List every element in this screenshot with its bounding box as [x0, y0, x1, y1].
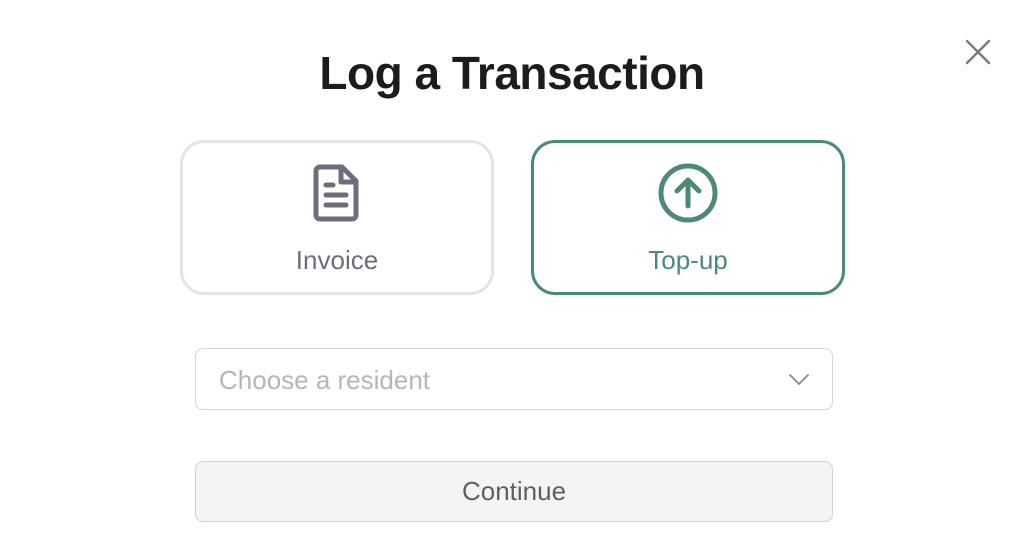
topup-icon-wrapper: [534, 161, 842, 225]
resident-select-placeholder: Choose a resident: [219, 365, 431, 395]
modal-title: Log a Transaction: [319, 47, 705, 99]
invoice-option-card[interactable]: Invoice: [180, 140, 494, 295]
topup-option-card[interactable]: Top-up: [531, 140, 845, 295]
document-icon: [313, 164, 359, 222]
chevron-down-icon: [789, 374, 809, 385]
resident-select[interactable]: Choose a resident: [195, 348, 833, 410]
topup-label: Top-up: [648, 245, 728, 275]
arrow-up-circle-icon: [658, 163, 718, 223]
invoice-label: Invoice: [295, 245, 379, 275]
invoice-icon-wrapper: [183, 161, 491, 225]
continue-button[interactable]: Continue: [195, 461, 833, 522]
log-transaction-modal: Log a Transaction Invoice Top-up Choose …: [0, 0, 1024, 558]
